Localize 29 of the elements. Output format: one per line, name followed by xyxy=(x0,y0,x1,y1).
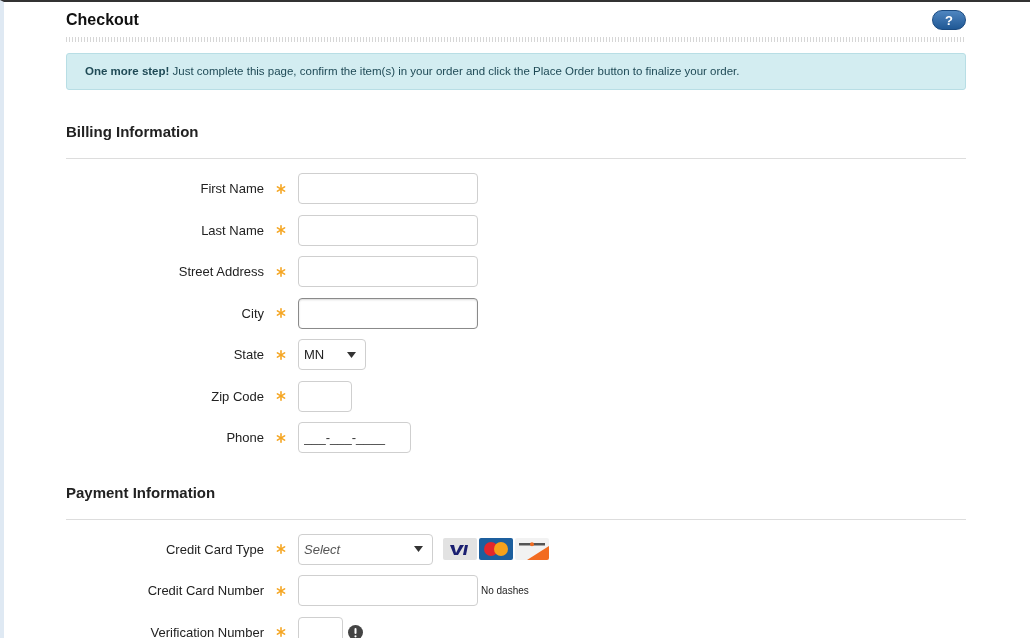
notice-text: One more step! Just complete this page, confirm the item(s) in your order and click the Place Order button to finalize your order. xyxy=(85,63,740,79)
input-field[interactable] xyxy=(298,380,352,412)
input-field[interactable] xyxy=(298,297,478,329)
field-label: Last Name xyxy=(201,222,264,238)
input-field[interactable] xyxy=(298,256,478,288)
info-icon[interactable] xyxy=(348,624,363,638)
input-field[interactable]: ___-___-____ xyxy=(298,422,411,454)
field-label: City xyxy=(241,305,264,321)
help-button[interactable]: ? xyxy=(932,10,966,30)
page-title: Checkout xyxy=(66,10,139,30)
section-heading: Payment Information xyxy=(66,483,216,501)
field-label: Credit Card Number xyxy=(147,583,264,598)
field-label: Zip Code xyxy=(211,388,264,404)
field-label: Credit Card Type xyxy=(165,541,264,557)
field-label: State xyxy=(233,347,264,362)
dropdown[interactable]: Select xyxy=(298,533,433,565)
input-field[interactable] xyxy=(298,616,343,638)
dropdown[interactable]: MN xyxy=(298,339,366,371)
dropdown-caret-icon xyxy=(347,351,356,358)
field-label: Phone xyxy=(226,430,264,445)
field-label: Street Address xyxy=(178,264,264,279)
input-field[interactable] xyxy=(298,173,478,205)
hint-text: No dashes xyxy=(481,584,529,599)
dropdown-caret-icon xyxy=(414,546,423,553)
section-heading: Billing Information xyxy=(66,123,199,140)
input-field[interactable] xyxy=(298,575,478,607)
input-field[interactable] xyxy=(298,214,478,246)
field-label: Verification Number xyxy=(150,624,264,638)
field-label: First Name xyxy=(200,181,264,196)
